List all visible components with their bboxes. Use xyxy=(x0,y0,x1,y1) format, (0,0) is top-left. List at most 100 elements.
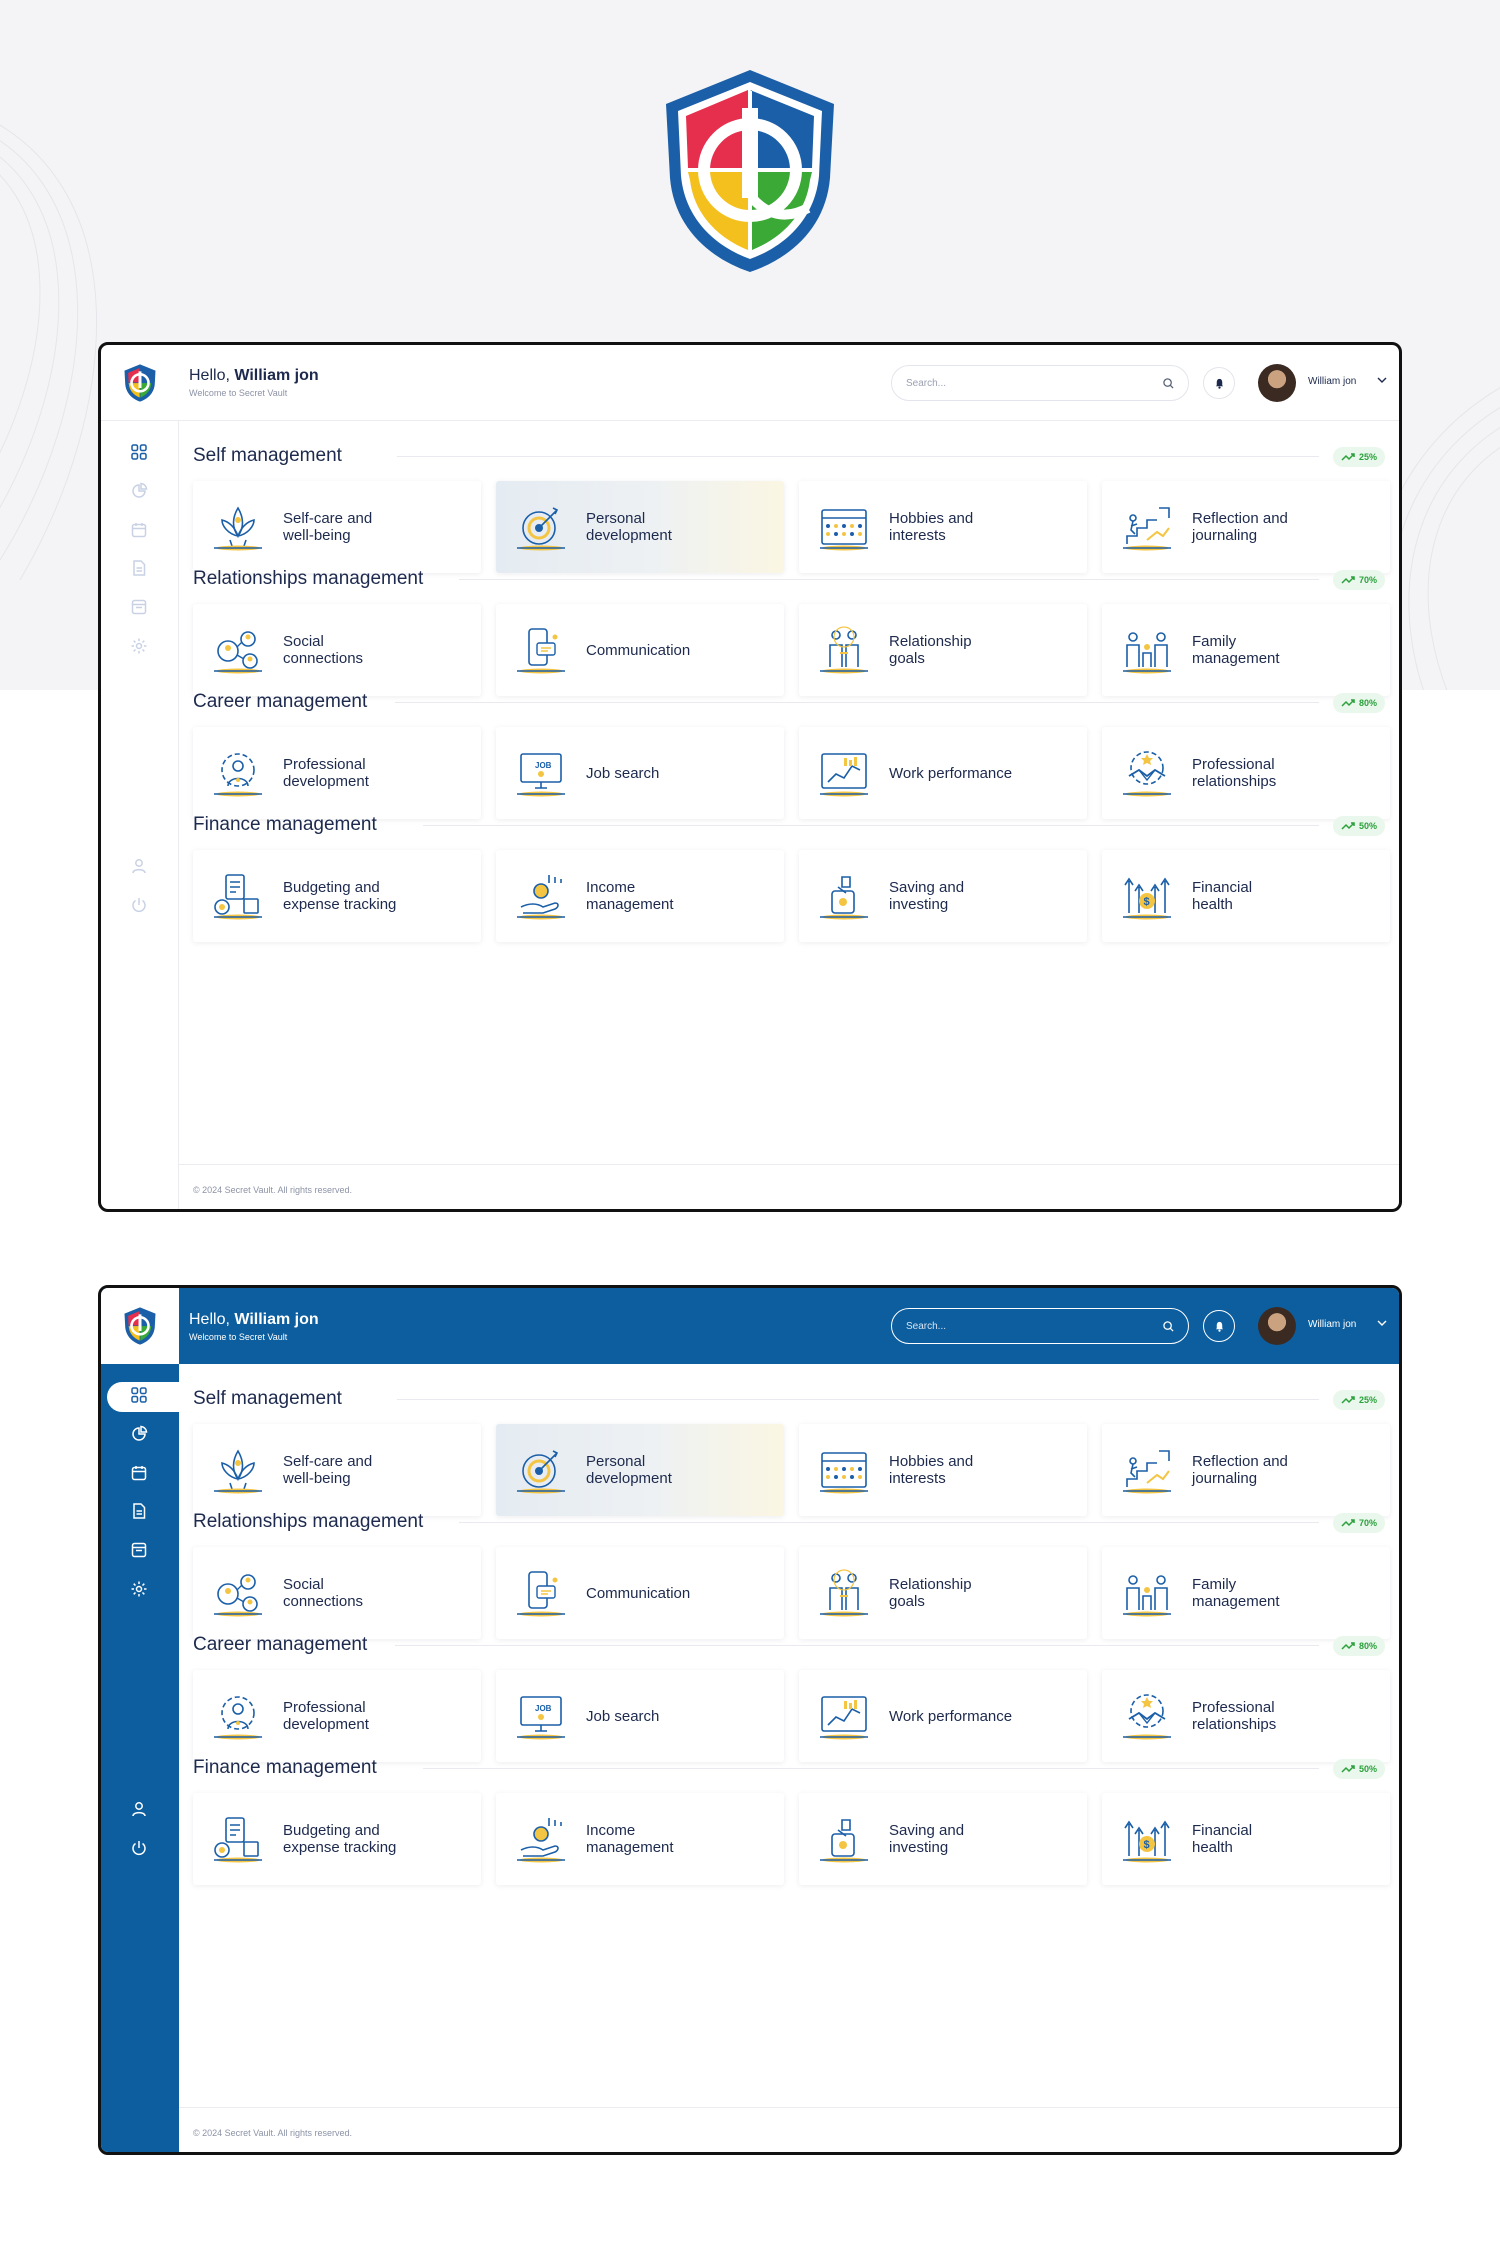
section-title: Finance management xyxy=(193,1757,377,1778)
card-label: Self-care and well-being xyxy=(283,510,443,544)
sidebar-chart-pie-button[interactable] xyxy=(126,1423,152,1449)
chevron-down-icon[interactable] xyxy=(1376,1317,1388,1329)
main-content: Self management 25% Self-care and well-bein… xyxy=(179,1364,1399,2152)
category-card[interactable]: Self-care and well-being xyxy=(193,481,481,573)
section-title: Self management xyxy=(193,1388,342,1409)
sidebar-document-button[interactable] xyxy=(126,1500,152,1526)
sidebar-power-button[interactable] xyxy=(126,894,152,920)
avatar[interactable] xyxy=(1258,1307,1296,1345)
mini-logo[interactable] xyxy=(101,1288,179,1364)
category-card[interactable]: Social connections xyxy=(193,604,481,696)
notification-button[interactable] xyxy=(1203,367,1235,399)
category-card[interactable]: Relationship goals xyxy=(799,604,1087,696)
card-label: Professional relationships xyxy=(1192,1699,1352,1733)
trend-up-icon xyxy=(1341,452,1355,461)
category-card[interactable]: Hobbies and interests xyxy=(799,1424,1087,1516)
sidebar-calendar-button[interactable] xyxy=(126,1462,152,1488)
card-label-line1: Personal xyxy=(586,510,646,527)
category-card[interactable]: Family management xyxy=(1102,1547,1390,1639)
category-card[interactable]: Reflection and journaling xyxy=(1102,481,1390,573)
gear-person-icon xyxy=(193,727,283,819)
mini-logo[interactable] xyxy=(101,345,179,421)
card-label-line1: Job search xyxy=(586,1707,660,1725)
category-card[interactable]: JOB Job search xyxy=(496,1670,784,1762)
sidebar-document-button[interactable] xyxy=(126,557,152,583)
category-card[interactable]: Professional development xyxy=(193,1670,481,1762)
category-card[interactable]: Saving and investing xyxy=(799,1793,1087,1885)
category-card[interactable]: Communication xyxy=(496,604,784,696)
card-label-line2: development xyxy=(283,773,369,790)
topbar: Hello, William jon Welcome to Secret Vau… xyxy=(101,1288,1399,1364)
category-card[interactable]: Family management xyxy=(1102,604,1390,696)
card-label: Income management xyxy=(586,879,746,913)
svg-text:$: $ xyxy=(1144,1839,1150,1851)
category-card[interactable]: Personal development xyxy=(496,481,784,573)
family-icon xyxy=(1102,1547,1192,1639)
category-card[interactable]: Work performance xyxy=(799,727,1087,819)
category-card[interactable]: Social connections xyxy=(193,1547,481,1639)
couple-icon xyxy=(799,1547,889,1639)
category-card[interactable]: Work performance xyxy=(799,1670,1087,1762)
category-card[interactable]: Income management xyxy=(496,1793,784,1885)
sidebar-power-button[interactable] xyxy=(126,1837,152,1863)
coin-hand-icon xyxy=(496,1793,586,1885)
profile-name[interactable]: William jon xyxy=(1308,1319,1356,1330)
category-card[interactable]: JOB Job search xyxy=(496,727,784,819)
sidebar-dashboard-button[interactable] xyxy=(126,441,152,467)
sidebar-gear-button[interactable] xyxy=(126,635,152,661)
sidebar-calendar-box-button[interactable] xyxy=(126,1539,152,1565)
calendar-box-icon xyxy=(130,1541,148,1564)
category-card[interactable]: Budgeting and expense tracking xyxy=(193,1793,481,1885)
lotus-icon xyxy=(193,481,283,573)
category-card[interactable]: Hobbies and interests xyxy=(799,481,1087,573)
sidebar-chart-pie-button[interactable] xyxy=(126,480,152,506)
card-label-line1: Job search xyxy=(586,764,660,782)
category-card[interactable]: Personal development xyxy=(496,1424,784,1516)
card-label: Hobbies and interests xyxy=(889,1453,1049,1487)
category-card[interactable]: Income management xyxy=(496,850,784,942)
card-label-line1: Relationship xyxy=(889,1576,972,1593)
category-card[interactable]: Self-care and well-being xyxy=(193,1424,481,1516)
category-card[interactable]: Professional relationships xyxy=(1102,727,1390,819)
category-card[interactable]: Saving and investing xyxy=(799,850,1087,942)
trend-up-icon xyxy=(1341,1518,1355,1527)
profile-name[interactable]: William jon xyxy=(1308,376,1356,387)
category-card[interactable]: $ Financial health xyxy=(1102,850,1390,942)
category-card[interactable]: Professional relationships xyxy=(1102,1670,1390,1762)
category-card[interactable]: $ Financial health xyxy=(1102,1793,1390,1885)
sidebar-user-button[interactable] xyxy=(126,1798,152,1824)
dashboard-blue: Hello, William jon Welcome to Secret Vau… xyxy=(98,1285,1402,2155)
svg-text:JOB: JOB xyxy=(535,761,552,770)
sidebar-user-button[interactable] xyxy=(126,855,152,881)
card-label-line1: Reflection and xyxy=(1192,1453,1288,1470)
card-label: Relationship goals xyxy=(889,633,1049,667)
sidebar-gear-button[interactable] xyxy=(126,1578,152,1604)
category-card[interactable]: Communication xyxy=(496,1547,784,1639)
sidebar-dashboard-button[interactable] xyxy=(126,1384,152,1410)
search-input[interactable]: Search... xyxy=(891,1308,1189,1344)
category-card[interactable]: Reflection and journaling xyxy=(1102,1424,1390,1516)
category-card[interactable]: Professional development xyxy=(193,727,481,819)
piggy-jar-icon xyxy=(799,1793,889,1885)
search-icon[interactable] xyxy=(1163,377,1174,389)
card-label: Professional development xyxy=(283,756,443,790)
card-label: Reflection and journaling xyxy=(1192,1453,1352,1487)
dashboard-icon xyxy=(130,1386,148,1409)
progress-badge: 80% xyxy=(1333,1636,1385,1656)
sidebar-calendar-box-button[interactable] xyxy=(126,596,152,622)
search-placeholder: Search... xyxy=(906,1320,947,1332)
card-label-line2: interests xyxy=(889,527,946,544)
sidebar-calendar-button[interactable] xyxy=(126,519,152,545)
avatar[interactable] xyxy=(1258,364,1296,402)
chevron-down-icon[interactable] xyxy=(1376,374,1388,386)
notification-button[interactable] xyxy=(1203,1310,1235,1342)
trend-up-icon xyxy=(1341,1764,1355,1773)
card-label-line1: Hobbies and xyxy=(889,510,974,527)
greeting-subtitle: Welcome to Secret Vault xyxy=(189,388,288,398)
search-input[interactable]: Search... xyxy=(891,365,1189,401)
search-icon[interactable] xyxy=(1163,1320,1174,1332)
category-card[interactable]: Budgeting and expense tracking xyxy=(193,850,481,942)
category-card[interactable]: Relationship goals xyxy=(799,1547,1087,1639)
card-label-line2: goals xyxy=(889,1593,925,1610)
calendar-box-icon xyxy=(130,598,148,621)
